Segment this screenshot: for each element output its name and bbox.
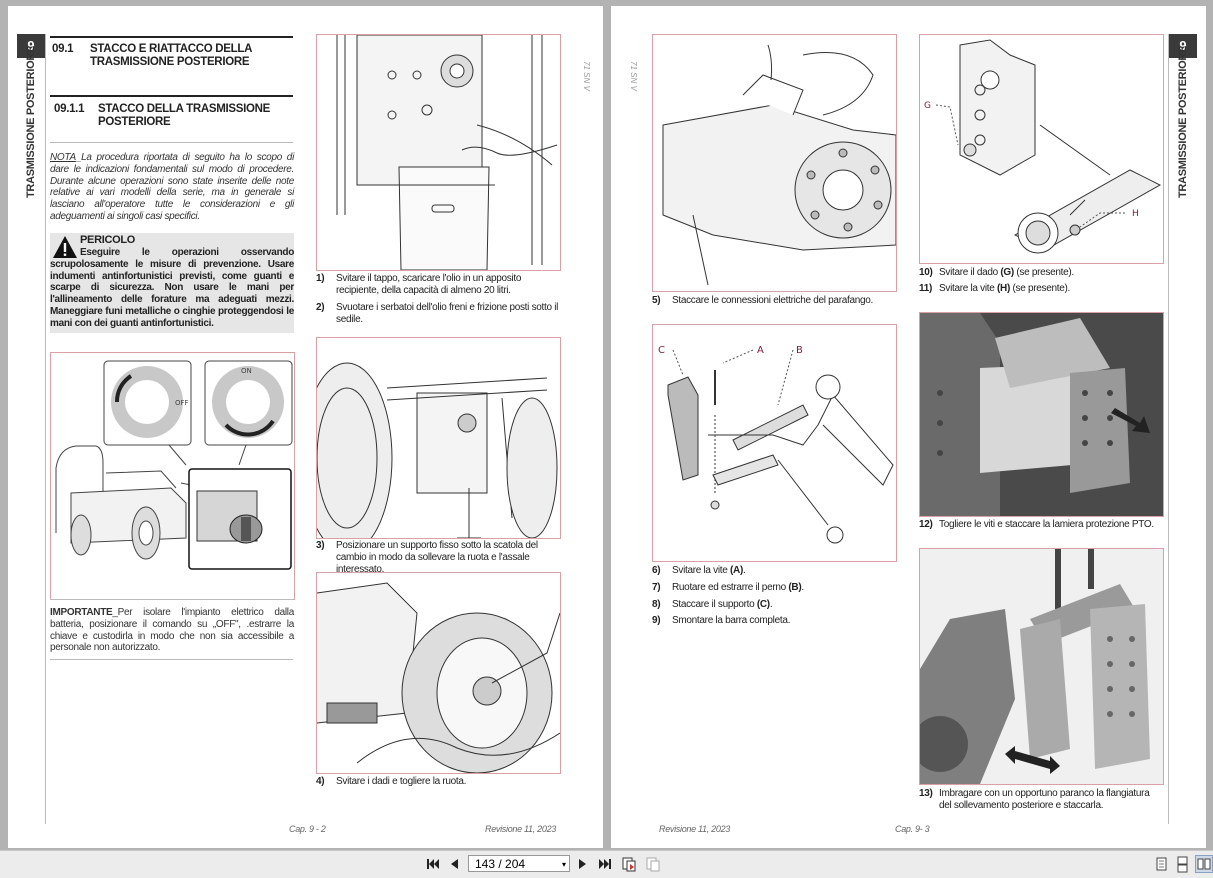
importante-label: IMPORTANTE xyxy=(50,607,113,618)
subsection-rule xyxy=(50,95,293,97)
switch-off-label: OFF xyxy=(175,399,189,407)
step-5: 5) Staccare le connessioni elettriche del… xyxy=(652,295,873,306)
nota-text: _La procedura riportata di seguito ha lo… xyxy=(50,152,294,222)
step-6: 6) Svitare la vite (A). xyxy=(652,565,746,576)
step-13: 13) Imbragare con un opportuno paranco la… xyxy=(919,788,1150,811)
divider xyxy=(50,142,293,143)
step-8: 8) Staccare il supporto (C). xyxy=(652,599,773,610)
nota-label: NOTA xyxy=(50,152,76,163)
pto-guard-figure xyxy=(919,312,1164,517)
oil-drain-figure xyxy=(316,34,561,271)
paste-icon[interactable] xyxy=(645,855,661,873)
section-title: STACCO E RIATTACCO DELLA TRASMISSIONE PO… xyxy=(90,43,252,68)
two-page-view-icon[interactable] xyxy=(1195,855,1213,873)
switch-on-label: ON xyxy=(241,367,252,375)
battery-switch-figure: OFF ON xyxy=(50,352,295,600)
page-dropdown-icon[interactable]: ▾ xyxy=(562,856,566,873)
margin-line xyxy=(1168,34,1169,824)
label-h: H xyxy=(1132,209,1139,219)
first-page-icon[interactable] xyxy=(425,855,441,873)
step-4: 4) Svitare i dadi e togliere la ruota. xyxy=(316,776,467,787)
page-footer-revision: Revisione 11, 2023 xyxy=(659,824,730,834)
side-chapter-title: TRASMISSIONE POSTERIORE xyxy=(25,45,37,198)
running-header: 71 SN V xyxy=(582,61,591,91)
step-12: 12) Togliere le viti e staccare la lamier… xyxy=(919,519,1154,530)
label-b: B xyxy=(796,345,803,356)
step-1: 1) Svitare il tappo, scaricare l'olio in … xyxy=(316,273,522,296)
paragraph-divider xyxy=(50,659,293,660)
prev-page-icon[interactable] xyxy=(447,855,461,873)
wheel-removal-figure xyxy=(316,572,561,774)
subsection-title: STACCO DELLA TRASMISSIONE POSTERIORE xyxy=(98,103,271,128)
viewer-toolbar: 143 / 204 ▾ xyxy=(0,850,1213,878)
importante-paragraph: IMPORTANTE_Per isolare l'impianto elettr… xyxy=(50,607,294,654)
right-page: 71 SN V 9 TRASMISSIONE POSTERIORE 5) Stac… xyxy=(611,6,1206,848)
page-indicator: 143 / 204 xyxy=(475,857,526,871)
danger-warning-box: PERICOLO Eseguire le operazioni osservan… xyxy=(50,233,294,333)
hitch-removal-figure xyxy=(919,548,1164,785)
step-11: 11) Svitare la vite (H) (se presente). xyxy=(919,283,1070,294)
continuous-view-icon[interactable] xyxy=(1174,855,1190,873)
last-page-icon[interactable] xyxy=(597,855,613,873)
page-footer-number: Cap. 9- 3 xyxy=(895,824,930,834)
label-c: C xyxy=(658,345,665,356)
left-page: 9 TRASMISSIONE POSTERIORE 71 SN V 09.1 S… xyxy=(8,6,603,848)
nota-paragraph: NOTA_La procedura riportata di seguito h… xyxy=(50,152,294,223)
step-3: 3) Posizionare un supporto fisso sotto la… xyxy=(316,540,538,575)
section-rule xyxy=(50,36,293,38)
section-number: 09.1 xyxy=(52,43,74,55)
step-7: 7) Ruotare ed estrarre il perno (B). xyxy=(652,582,804,593)
figure-divider xyxy=(50,599,293,600)
label-g: G xyxy=(924,101,931,111)
copy-icon[interactable] xyxy=(621,855,637,873)
label-a: A xyxy=(757,345,764,356)
support-stand-figure xyxy=(316,337,561,539)
side-chapter-title: TRASMISSIONE POSTERIORE xyxy=(1177,45,1189,198)
drawbar-components-figure: C A B xyxy=(652,324,897,562)
page-footer-revision: Revisione 11, 2023 xyxy=(485,824,556,834)
running-header: 71 SN V xyxy=(629,61,638,91)
nut-screw-figure: G H xyxy=(919,34,1164,264)
step-2: 2) Svuotare i serbatoi dell'olio freni e … xyxy=(316,302,559,325)
warning-text: Eseguire le operazioni osservando scrupo… xyxy=(50,247,294,329)
step-9: 9) Smontare la barra completa. xyxy=(652,615,791,626)
page-footer-number: Cap. 9 - 2 xyxy=(289,824,326,834)
single-page-view-icon[interactable] xyxy=(1153,855,1169,873)
fender-connections-figure xyxy=(652,34,897,292)
warning-title: PERICOLO xyxy=(80,234,136,246)
margin-line xyxy=(45,34,46,824)
page-number-field[interactable]: 143 / 204 ▾ xyxy=(468,855,570,872)
subsection-number: 09.1.1 xyxy=(54,103,85,115)
step-10: 10) Svitare il dado (G) (se presente). xyxy=(919,267,1074,278)
next-page-icon[interactable] xyxy=(576,855,590,873)
